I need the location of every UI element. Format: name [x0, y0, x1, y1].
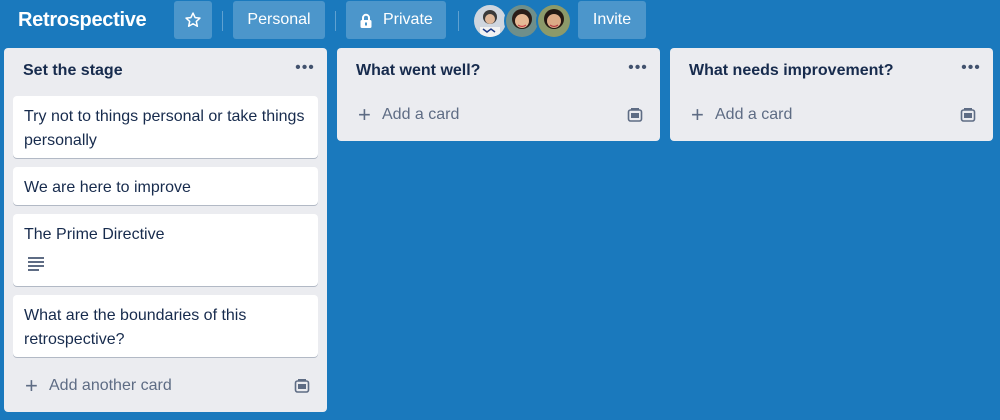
invite-button[interactable]: Invite [578, 1, 646, 39]
list-title[interactable]: What went well? [356, 62, 480, 80]
more-icon: ••• [628, 59, 648, 76]
more-icon: ••• [295, 59, 315, 76]
card[interactable]: Try not to things personal or take thing… [13, 96, 318, 158]
header-divider [458, 11, 459, 31]
member-avatar[interactable] [504, 3, 540, 39]
card-title: Try not to things personal or take thing… [24, 108, 305, 149]
description-icon [28, 257, 44, 271]
plus-icon: + [358, 102, 371, 127]
list-menu-button[interactable]: ••• [959, 60, 983, 80]
add-card-button[interactable]: + Add another card [13, 368, 318, 404]
star-button[interactable] [174, 1, 212, 39]
list-title[interactable]: What needs improvement? [689, 62, 893, 80]
list-what-went-well: What went well? ••• + Add a card [337, 48, 660, 141]
visibility-button[interactable]: Private [346, 1, 446, 39]
card-title: We are here to improve [24, 179, 191, 196]
list-set-the-stage: Set the stage ••• Try not to things pers… [4, 48, 327, 412]
list-menu-button[interactable]: ••• [626, 60, 650, 80]
lock-icon [360, 13, 372, 28]
add-card-label: Add another card [49, 377, 172, 394]
member-avatar[interactable] [536, 3, 572, 39]
board-header: Retrospective Personal Private Invite [0, 0, 1000, 40]
personal-team-button[interactable]: Personal [233, 1, 325, 39]
add-card-button[interactable]: + Add a card [679, 97, 984, 133]
header-divider [335, 11, 336, 31]
add-card-label: Add a card [382, 106, 460, 123]
invite-label: Invite [592, 11, 632, 28]
add-card-button[interactable]: + Add a card [346, 97, 651, 133]
personal-label: Personal [247, 11, 311, 28]
card-template-icon[interactable] [294, 378, 310, 394]
star-icon [185, 12, 201, 27]
more-icon: ••• [961, 59, 981, 76]
card-title: What are the boundaries of this retrospe… [24, 307, 247, 348]
header-divider [222, 11, 223, 31]
card-template-icon[interactable] [627, 107, 643, 123]
board-title[interactable]: Retrospective [18, 6, 147, 34]
private-label: Private [383, 11, 433, 28]
plus-icon: + [691, 102, 704, 127]
list-title[interactable]: Set the stage [23, 62, 123, 80]
list-menu-button[interactable]: ••• [293, 60, 317, 80]
card-template-icon[interactable] [960, 107, 976, 123]
member-avatar[interactable] [472, 3, 508, 39]
card[interactable]: The Prime Directive [13, 214, 318, 286]
list-what-needs-improvement: What needs improvement? ••• + Add a card [670, 48, 993, 141]
card[interactable]: We are here to improve [13, 167, 318, 205]
plus-icon: + [25, 373, 38, 398]
add-card-label: Add a card [715, 106, 793, 123]
card[interactable]: What are the boundaries of this retrospe… [13, 295, 318, 357]
card-title: The Prime Directive [24, 226, 165, 243]
